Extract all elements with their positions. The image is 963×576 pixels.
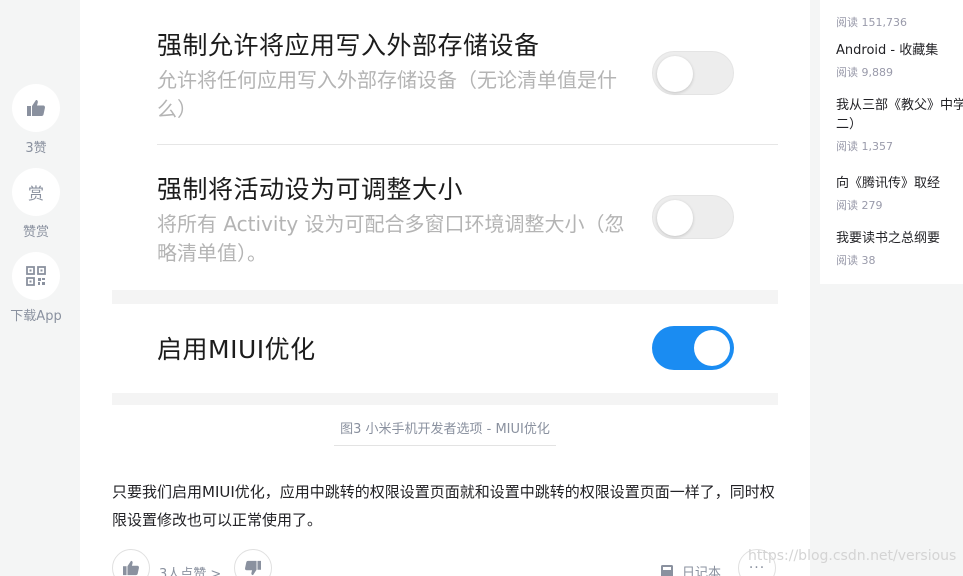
reward-icon: 赏 — [27, 184, 44, 203]
toggle-knob — [694, 330, 730, 366]
left-action-bar: 3赞 赏 赞赏 下载App — [0, 84, 72, 336]
related-article[interactable]: Android - 收藏集 阅读 9,889 — [836, 41, 963, 80]
download-app-button[interactable] — [12, 252, 60, 300]
more-icon: ··· — [748, 560, 766, 576]
read-count: 阅读 38 — [836, 254, 876, 267]
related-article-title[interactable]: 我要读书之总纲要 — [836, 229, 963, 248]
related-article[interactable]: 我从三部《教父》中学 二） 阅读 1,357 — [836, 96, 963, 154]
read-count: 阅读 9,889 — [836, 66, 893, 79]
thumbs-up-icon — [27, 100, 45, 116]
miui-optimization-toggle[interactable] — [652, 326, 734, 370]
like-article-button[interactable] — [112, 549, 150, 576]
figure-caption: 图3 小米手机开发者选项 - MIUI优化 — [80, 418, 810, 446]
reward-label: 赞赏 — [22, 225, 49, 240]
like-count-link[interactable]: 3人点赞 > — [159, 563, 221, 576]
thumbs-down-icon — [245, 560, 261, 576]
related-article-title-line2[interactable]: 二） — [836, 115, 963, 134]
like-count-label: 3赞 — [25, 141, 47, 156]
article-paragraph: 只要我们启用MIUI优化，应用中跳转的权限设置页面就和设置中跳转的权限设置页面一… — [112, 483, 775, 529]
related-article[interactable]: 向《腾讯传》取经 阅读 279 — [836, 174, 963, 213]
figure-caption-text: 图3 小米手机开发者选项 - MIUI优化 — [334, 418, 556, 446]
divider — [157, 144, 778, 145]
miui-optimization-card: 启用MIUI优化 — [112, 304, 778, 393]
setting-description: 允许将任何应用写入外部存储设备（无论清单值是什么） — [157, 68, 617, 121]
like-button[interactable] — [12, 84, 60, 132]
article-bottom-bar: 3人点赞 > 日记本 ··· — [112, 549, 780, 576]
screenshot-figure: 强制允许将应用写入外部存储设备 允许将任何应用写入外部存储设备（无论清单值是什么… — [112, 0, 778, 405]
related-article-title[interactable]: 向《腾讯传》取经 — [836, 174, 963, 193]
toggle-knob — [657, 56, 693, 92]
related-article-title[interactable]: 我从三部《教父》中学 — [836, 96, 963, 115]
reward-action[interactable]: 赏 赞赏 — [0, 168, 72, 240]
more-options-button[interactable]: ··· — [738, 549, 776, 576]
download-app-label: 下载App — [10, 309, 62, 324]
notebook-label: 日记本 — [682, 566, 722, 576]
read-count: 阅读 151,736 — [836, 16, 907, 29]
related-article-title[interactable]: Android - 收藏集 — [836, 41, 963, 60]
external-storage-toggle[interactable] — [652, 51, 734, 95]
dislike-button[interactable] — [234, 549, 272, 576]
qr-code-icon — [26, 266, 46, 286]
thumbs-up-icon — [123, 560, 139, 576]
notebook-icon — [661, 564, 673, 576]
reward-button[interactable]: 赏 — [12, 168, 60, 216]
related-article[interactable]: 我要读书之总纲要 阅读 38 — [836, 229, 963, 268]
toggle-knob — [657, 200, 693, 236]
article-panel: 强制允许将应用写入外部存储设备 允许将任何应用写入外部存储设备（无论清单值是什么… — [80, 0, 810, 576]
setting-description: 将所有 Activity 设为可配合多窗口环境调整大小（忽略清单值）。 — [157, 212, 625, 265]
read-count: 阅读 279 — [836, 199, 883, 212]
resizable-activities-toggle[interactable] — [652, 195, 734, 239]
like-action[interactable]: 3赞 — [0, 84, 72, 156]
related-article[interactable]: 阅读 151,736 — [836, 10, 963, 30]
related-articles-panel: 阅读 151,736 Android - 收藏集 阅读 9,889 我从三部《教… — [820, 0, 963, 284]
notebook-link[interactable]: 日记本 — [660, 562, 721, 576]
settings-card: 强制允许将应用写入外部存储设备 允许将任何应用写入外部存储设备（无论清单值是什么… — [112, 0, 778, 290]
read-count: 阅读 1,357 — [836, 140, 893, 153]
download-app-action[interactable]: 下载App — [0, 252, 72, 324]
